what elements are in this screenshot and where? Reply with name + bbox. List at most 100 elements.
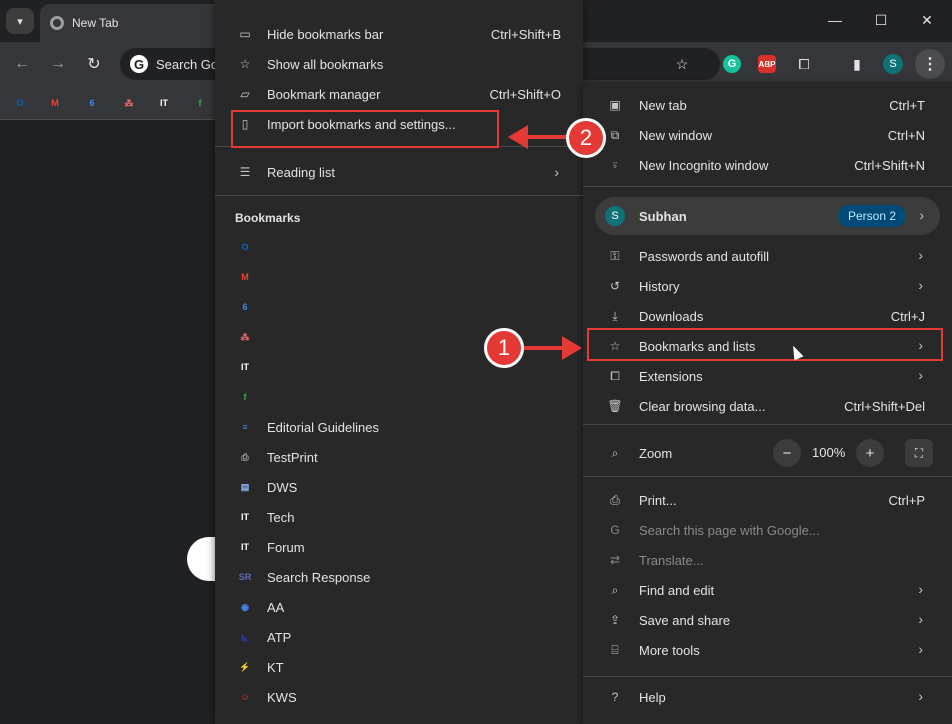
hide-bookmarks-bar-item[interactable]: ▭ Hide bookmarks bar Ctrl+Shift+B bbox=[215, 19, 583, 49]
bookmark-star-icon[interactable]: ☆ bbox=[671, 53, 693, 75]
kws-icon: ☺ bbox=[240, 692, 250, 702]
atp-icon: ◣ bbox=[241, 631, 249, 642]
shortcut-label: Ctrl+P bbox=[888, 493, 925, 508]
chevron-right-icon: › bbox=[918, 688, 923, 704]
new-window-item[interactable]: ⧉ New window Ctrl+N bbox=[583, 120, 952, 150]
bookmark-item[interactable]: 6 bbox=[215, 292, 583, 322]
maximize-button[interactable]: ☐ bbox=[858, 0, 904, 40]
bookmark-item[interactable]: ▤ DWS bbox=[215, 472, 583, 502]
tab-new-tab[interactable]: New Tab bbox=[40, 4, 230, 42]
divider bbox=[583, 476, 952, 477]
chevron-right-icon: › bbox=[918, 611, 923, 627]
new-tab-item[interactable]: ▣ New tab Ctrl+T bbox=[583, 90, 952, 120]
zoom-row: ⌕ Zoom bbox=[583, 438, 952, 468]
reading-list-item[interactable]: ☰ Reading list › bbox=[215, 157, 583, 187]
menu-item-label: New tab bbox=[639, 98, 687, 113]
menu-item-label: Save and share bbox=[639, 613, 731, 628]
show-all-bookmarks-item[interactable]: ☆ Show all bookmarks bbox=[215, 49, 583, 79]
shortcut-label: Ctrl+T bbox=[889, 98, 925, 113]
side-panel-icon[interactable]: ▮ bbox=[846, 53, 868, 75]
it-logo-icon[interactable]: IT bbox=[156, 95, 172, 111]
close-window-button[interactable]: ✕ bbox=[904, 0, 950, 40]
docs-icon: ≡ bbox=[242, 422, 248, 432]
bookmark-item[interactable]: ⁂ bbox=[215, 322, 583, 352]
profile-row[interactable]: S Subhan Person 2 › bbox=[595, 197, 940, 235]
menu-item-label: Downloads bbox=[639, 309, 704, 324]
bookmark-item[interactable]: ⎙ TestPrint bbox=[215, 442, 583, 472]
divider bbox=[215, 195, 583, 196]
chevron-right-icon: › bbox=[918, 247, 923, 263]
chrome-icon bbox=[50, 16, 64, 30]
menu-item-label: Reading list bbox=[267, 164, 335, 180]
bookmark-label: AA bbox=[267, 599, 285, 615]
star-list-icon: ☆ bbox=[239, 57, 251, 71]
menu-item-label: Translate... bbox=[639, 553, 704, 568]
profile-avatar[interactable]: S bbox=[883, 54, 903, 74]
zoom-in-button[interactable]: + bbox=[856, 439, 884, 467]
history-item[interactable]: ↺ History › bbox=[583, 271, 952, 301]
new-incognito-window-item[interactable]: ⍤ New Incognito window Ctrl+Shift+N bbox=[583, 150, 952, 180]
profile-badge: Person 2 bbox=[838, 205, 907, 227]
divider bbox=[583, 676, 952, 677]
more-tools-item[interactable]: ⌸ More tools › bbox=[583, 635, 952, 665]
find-and-edit-item[interactable]: ⌕ Find and edit › bbox=[583, 575, 952, 605]
reload-icon[interactable]: ↻ bbox=[82, 52, 106, 76]
clear-browsing-data-item[interactable]: 🗑 Clear browsing data... Ctrl+Shift+Del bbox=[583, 391, 952, 421]
save-and-share-item[interactable]: ⇪ Save and share › bbox=[583, 605, 952, 635]
feedly-icon[interactable]: f bbox=[192, 95, 208, 111]
outlook-icon[interactable]: O bbox=[12, 95, 28, 111]
menu-item-label: Help bbox=[639, 690, 666, 705]
downloads-item[interactable]: ⤓ Downloads Ctrl+J bbox=[583, 301, 952, 331]
bookmark-item[interactable]: ≡ Editorial Guidelines bbox=[215, 412, 583, 442]
asana-icon[interactable]: ⁂ bbox=[121, 95, 137, 111]
menu-item-label: Clear browsing data... bbox=[639, 399, 766, 414]
zoom-out-button[interactable]: − bbox=[773, 439, 801, 467]
menu-item-label: More tools bbox=[639, 643, 700, 658]
bookmark-item[interactable]: M bbox=[215, 262, 583, 292]
print-item[interactable]: ⎙ Print... Ctrl+P bbox=[583, 485, 952, 515]
bookmark-item[interactable]: ⚡ KT bbox=[215, 652, 583, 682]
bookmark-item[interactable]: ◉ AA bbox=[215, 592, 583, 622]
bookmark-item[interactable]: ☺ KWS bbox=[215, 682, 583, 712]
translate-item[interactable]: ⇄ Translate... bbox=[583, 545, 952, 575]
menu-item-label: New Incognito window bbox=[639, 158, 769, 173]
highlight-bookmarks-and-lists bbox=[587, 328, 943, 361]
adblock-icon[interactable]: ABP bbox=[758, 55, 776, 73]
menu-item-label: Find and edit bbox=[639, 583, 715, 598]
chevron-right-icon: › bbox=[919, 207, 924, 223]
kebab-menu-icon[interactable]: ⋮ bbox=[915, 49, 945, 79]
bookmark-label: DWS bbox=[267, 479, 298, 495]
extensions-item[interactable]: ⧠ Extensions › bbox=[583, 361, 952, 391]
calendar-icon[interactable]: 6 bbox=[84, 95, 100, 111]
chevron-right-icon: › bbox=[918, 277, 923, 293]
tab-search-button[interactable]: ▾ bbox=[6, 8, 34, 34]
bookmark-item[interactable]: IT Tech bbox=[215, 502, 583, 532]
extensions-icon[interactable]: ⧠ bbox=[793, 53, 815, 75]
grammarly-icon[interactable]: G bbox=[723, 55, 741, 73]
bookmark-item[interactable]: O bbox=[215, 232, 583, 262]
bookmark-item[interactable]: IT Forum bbox=[215, 532, 583, 562]
back-icon[interactable]: ← bbox=[10, 52, 34, 76]
bookmark-item[interactable]: f bbox=[215, 382, 583, 412]
omnibox-placeholder: Search Go bbox=[156, 56, 219, 72]
bookmark-item[interactable]: SR Search Response bbox=[215, 562, 583, 592]
it-logo-icon: IT bbox=[241, 362, 249, 372]
asana-icon: ⁂ bbox=[240, 331, 250, 342]
bookmark-item[interactable]: IT bbox=[215, 352, 583, 382]
minimize-button[interactable]: — bbox=[812, 0, 858, 40]
passwords-and-autofill-item[interactable]: ⚿ Passwords and autofill › bbox=[583, 241, 952, 271]
menu-item-label: Search this page with Google... bbox=[639, 523, 820, 538]
zoom-icon: ⌕ bbox=[611, 445, 619, 460]
bookmark-item[interactable]: ◣ ATP bbox=[215, 622, 583, 652]
bookmark-manager-item[interactable]: ▱ Bookmark manager Ctrl+Shift+O bbox=[215, 79, 583, 109]
fullscreen-icon[interactable]: ⛶ bbox=[905, 439, 933, 467]
toolbox-icon: ⌸ bbox=[611, 642, 619, 657]
reading-list-icon: ☰ bbox=[239, 165, 251, 179]
forward-icon[interactable]: → bbox=[46, 52, 70, 76]
sr-icon: SR bbox=[238, 572, 252, 582]
help-icon: ? bbox=[611, 690, 619, 704]
feedly-icon: f bbox=[243, 392, 247, 402]
search-this-page-with-google-item[interactable]: G Search this page with Google... bbox=[583, 515, 952, 545]
help-item[interactable]: ? Help › bbox=[583, 682, 952, 712]
gmail-icon[interactable]: M bbox=[47, 95, 63, 111]
